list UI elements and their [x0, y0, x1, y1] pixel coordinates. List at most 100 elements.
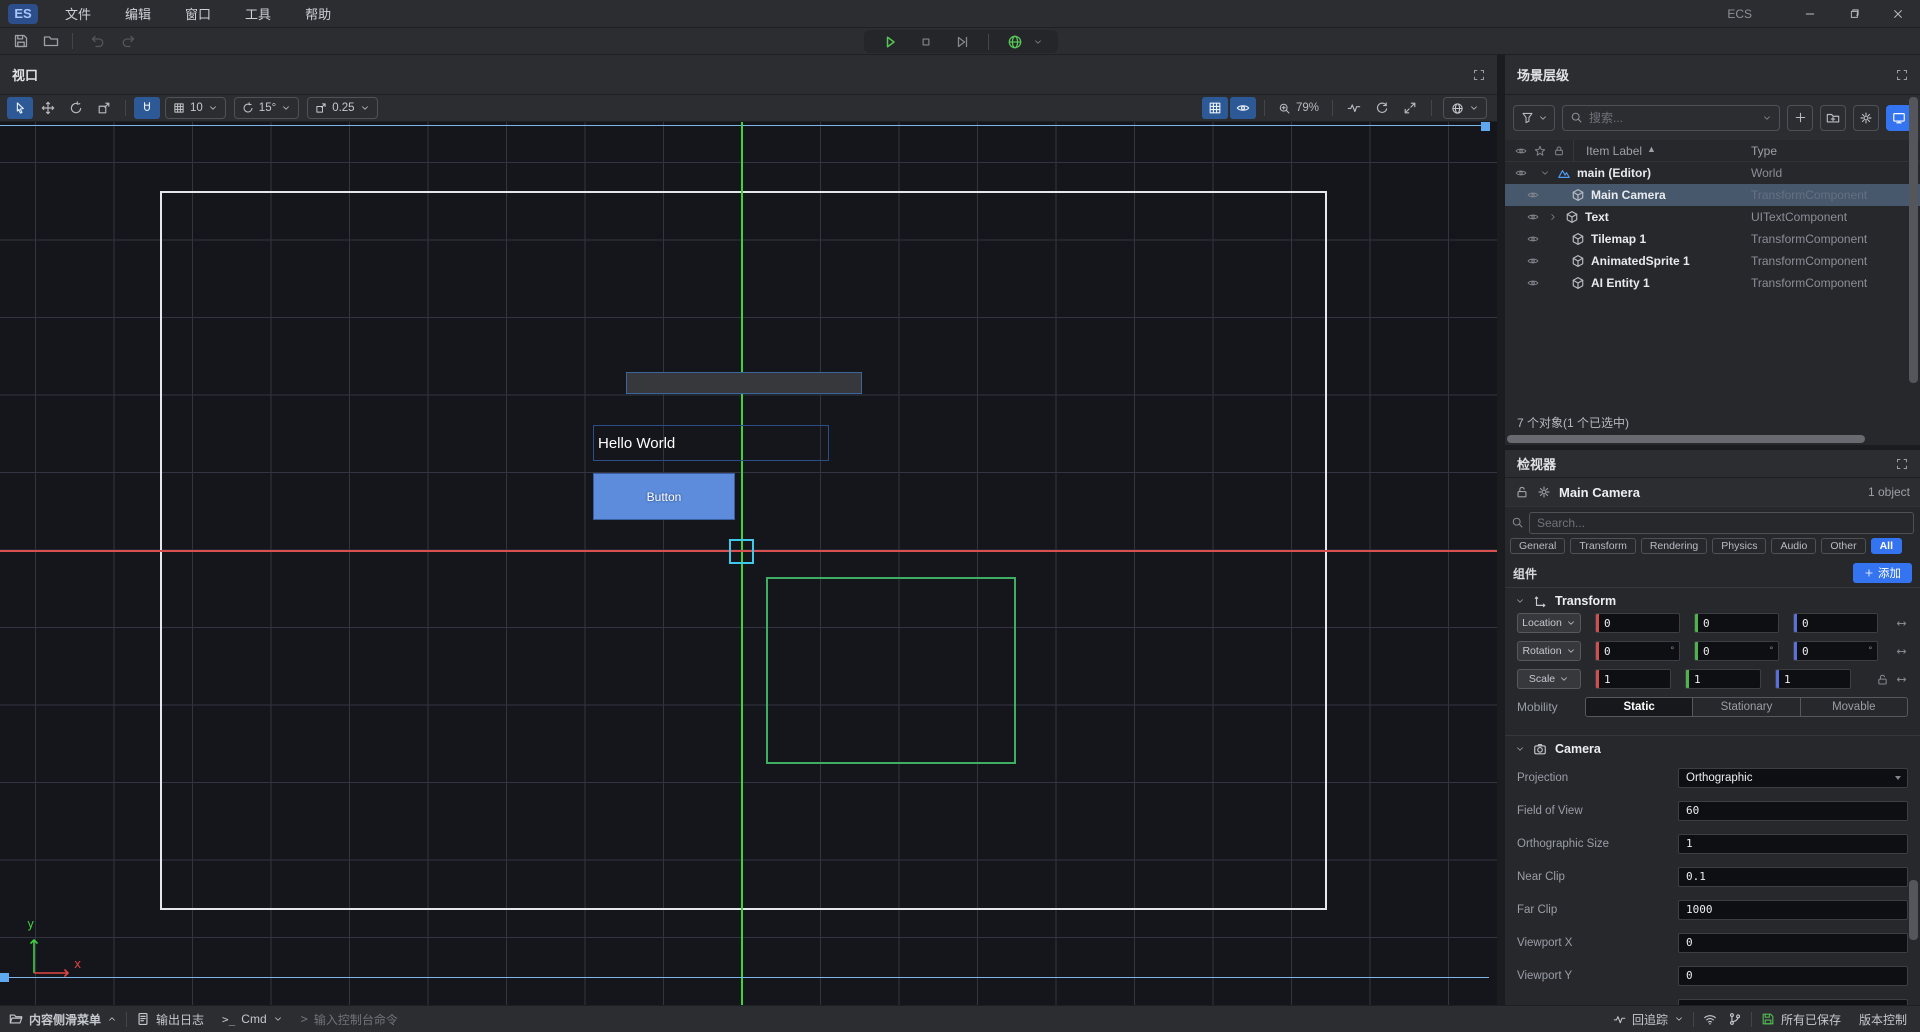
rotation-z-field[interactable]: 0° — [1793, 641, 1878, 661]
visibility-toggle-button[interactable] — [1230, 97, 1256, 119]
hierarchy-settings-button[interactable] — [1853, 105, 1879, 131]
stats-pulse-button[interactable] — [1341, 97, 1367, 119]
location-y-field[interactable]: 0 — [1694, 613, 1779, 633]
new-folder-button[interactable] — [1820, 105, 1846, 131]
viewport-x-input[interactable]: 0 — [1678, 933, 1908, 953]
menu-window[interactable]: 窗口 — [168, 0, 228, 28]
hierarchy-hscrollbar[interactable] — [1505, 433, 1920, 445]
maximize-button[interactable] — [1832, 0, 1876, 28]
tab-transform[interactable]: Transform — [1570, 538, 1635, 554]
link-axes-icon[interactable] — [1895, 617, 1908, 630]
rotate-snap-dropdown[interactable]: 15° — [234, 97, 299, 119]
scale-tool-button[interactable] — [91, 97, 117, 119]
menu-edit[interactable]: 编辑 — [108, 0, 168, 28]
close-button[interactable] — [1876, 0, 1920, 28]
menu-help[interactable]: 帮助 — [288, 0, 348, 28]
hierarchy-row-text[interactable]: Text UITextComponent — [1505, 206, 1920, 228]
fullscreen-button[interactable] — [1397, 97, 1423, 119]
mobility-movable[interactable]: Movable — [1800, 698, 1907, 716]
save-button[interactable] — [8, 30, 34, 52]
network-status-button[interactable] — [1694, 1006, 1726, 1032]
tab-audio[interactable]: Audio — [1771, 538, 1816, 554]
cmd-dropdown[interactable]: >_ Cmd — [213, 1006, 292, 1032]
hierarchy-row-main[interactable]: main (Editor) World — [1505, 162, 1920, 184]
location-dropdown[interactable]: Location — [1517, 613, 1581, 633]
tab-other[interactable]: Other — [1821, 538, 1865, 554]
unlock-icon[interactable] — [1515, 485, 1529, 499]
reset-view-button[interactable] — [1369, 97, 1395, 119]
eye-icon[interactable] — [1525, 189, 1541, 201]
undo-button[interactable] — [85, 30, 111, 52]
network-globe-button[interactable] — [1000, 32, 1030, 52]
scene-text-widget[interactable]: Hello World — [593, 425, 829, 461]
scale-dropdown[interactable]: Scale — [1517, 669, 1581, 689]
camera-bounds-handle-bottom[interactable] — [0, 973, 9, 982]
location-z-field[interactable]: 0 — [1793, 613, 1878, 633]
rotation-dropdown[interactable]: Rotation — [1517, 641, 1581, 661]
trace-dropdown[interactable]: 回追踪 — [1604, 1006, 1693, 1032]
hierarchy-row-main-camera[interactable]: Main Camera TransformComponent — [1505, 184, 1920, 206]
scene-panel-widget[interactable] — [626, 372, 862, 394]
tab-rendering[interactable]: Rendering — [1641, 538, 1707, 554]
column-type[interactable]: Type — [1751, 144, 1777, 158]
console-command-input[interactable]: > 输入控制台命令 — [292, 1006, 407, 1032]
menu-file[interactable]: 文件 — [48, 0, 108, 28]
rotation-y-field[interactable]: 0° — [1694, 641, 1779, 661]
hierarchy-row-animatedsprite[interactable]: AnimatedSprite 1 TransformComponent — [1505, 250, 1920, 272]
eye-icon[interactable] — [1525, 233, 1541, 245]
hierarchy-expand-icon[interactable] — [1896, 69, 1908, 81]
mobility-stationary[interactable]: Stationary — [1692, 698, 1799, 716]
eye-icon[interactable] — [1525, 255, 1541, 267]
filter-dropdown[interactable] — [1513, 105, 1555, 131]
move-tool-button[interactable] — [35, 97, 61, 119]
inspector-expand-icon[interactable] — [1896, 458, 1908, 470]
open-folder-button[interactable] — [38, 30, 64, 52]
scale-y-field[interactable]: 1 — [1685, 669, 1761, 689]
tab-all[interactable]: All — [1871, 538, 1902, 554]
scale-snap-dropdown[interactable]: 0.25 — [307, 97, 377, 119]
inspector-vscrollbar[interactable] — [1909, 880, 1918, 940]
tab-general[interactable]: General — [1510, 538, 1565, 554]
gear-icon[interactable] — [1537, 485, 1551, 499]
link-axes-icon[interactable] — [1895, 673, 1908, 686]
branch-button[interactable] — [1726, 1006, 1751, 1032]
camera-bounds-handle-top[interactable] — [1481, 122, 1490, 131]
hierarchy-row-ai-entity[interactable]: AI Entity 1 TransformComponent — [1505, 272, 1920, 294]
rotation-x-field[interactable]: 0° — [1595, 641, 1680, 661]
viewport-expand-icon[interactable] — [1473, 69, 1485, 81]
scale-x-field[interactable]: 1 — [1595, 669, 1671, 689]
redo-button[interactable] — [115, 30, 141, 52]
viewport-y-input[interactable]: 0 — [1678, 966, 1908, 986]
grid-toggle-button[interactable] — [1202, 97, 1228, 119]
inspector-search-input[interactable] — [1537, 516, 1906, 530]
hierarchy-row-tilemap[interactable]: Tilemap 1 TransformComponent — [1505, 228, 1920, 250]
uniform-scale-lock-icon[interactable] — [1876, 673, 1889, 686]
select-tool-button[interactable] — [7, 97, 33, 119]
camera-section-header[interactable]: Camera — [1505, 735, 1920, 761]
chevron-down-icon[interactable] — [1762, 113, 1772, 123]
location-x-field[interactable]: 0 — [1595, 613, 1680, 633]
projection-select[interactable]: Orthographic — [1678, 768, 1908, 788]
chevron-right-icon[interactable] — [1545, 212, 1561, 222]
scale-z-field[interactable]: 1 — [1775, 669, 1851, 689]
save-status[interactable]: 所有已保存 — [1752, 1006, 1850, 1032]
scene-canvas[interactable]: Hello World Button y x — [0, 122, 1497, 1005]
eye-icon[interactable] — [1525, 211, 1541, 223]
transform-section-header[interactable]: Transform — [1505, 587, 1920, 613]
rotate-tool-button[interactable] — [63, 97, 89, 119]
stop-button[interactable] — [911, 32, 941, 52]
scene-button-widget[interactable]: Button — [593, 473, 735, 520]
hierarchy-vscrollbar[interactable] — [1909, 97, 1918, 429]
version-control-button[interactable]: 版本控制 — [1850, 1006, 1916, 1032]
link-axes-icon[interactable] — [1895, 645, 1908, 658]
grid-snap-dropdown[interactable]: 10 — [165, 97, 226, 119]
menu-tools[interactable]: 工具 — [228, 0, 288, 28]
snap-magnet-button[interactable] — [134, 97, 160, 119]
near-clip-input[interactable]: 0.1 — [1678, 867, 1908, 887]
far-clip-input[interactable]: 1000 — [1678, 900, 1908, 920]
eye-icon[interactable] — [1525, 277, 1541, 289]
mobility-static[interactable]: Static — [1586, 698, 1692, 716]
tab-physics[interactable]: Physics — [1712, 538, 1766, 554]
add-component-button[interactable]: 添加 — [1853, 563, 1912, 583]
play-button[interactable] — [875, 32, 905, 52]
